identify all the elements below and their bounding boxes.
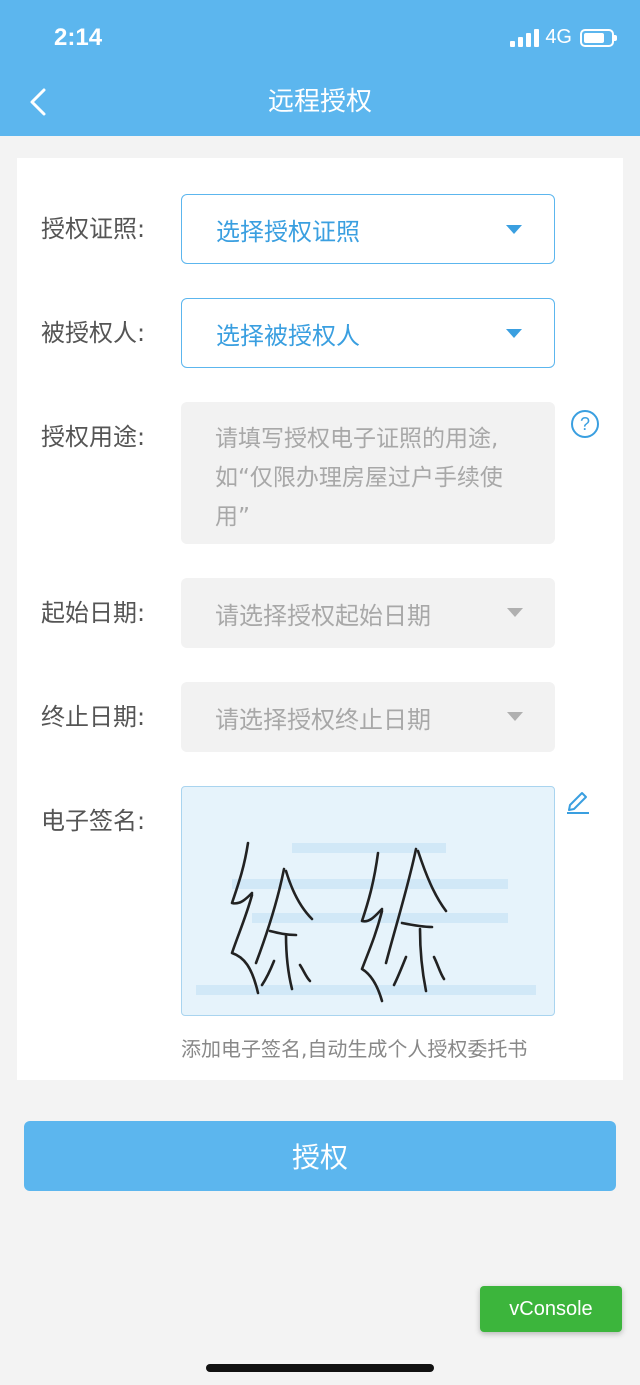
start-date-label: 起始日期: — [41, 599, 146, 627]
signature-label: 电子签名: — [41, 807, 146, 835]
vconsole-button[interactable]: vConsole — [480, 1286, 622, 1332]
network-type: 4G — [545, 26, 572, 48]
end-date-placeholder: 请选择授权终止日期 — [215, 705, 431, 734]
status-time: 2:14 — [54, 24, 103, 51]
start-date-placeholder: 请选择授权起始日期 — [215, 601, 431, 630]
end-date-picker[interactable]: 请选择授权终止日期 — [181, 682, 555, 752]
app-header: 2:14 4G 远程授权 — [0, 0, 640, 136]
status-indicators: 4G — [510, 26, 617, 49]
license-label: 授权证照: — [41, 215, 146, 243]
grantee-label: 被授权人: — [41, 319, 146, 347]
authorize-button[interactable]: 授权 — [24, 1121, 616, 1191]
signature-hint: 添加电子签名,自动生成个人授权委托书 — [181, 1037, 528, 1061]
license-select[interactable]: 选择授权证照 — [181, 194, 555, 264]
signature-drawing — [196, 841, 536, 1003]
chevron-down-icon — [506, 329, 522, 338]
start-date-picker[interactable]: 请选择授权起始日期 — [181, 578, 555, 648]
grantee-select[interactable]: 选择被授权人 — [181, 298, 555, 368]
purpose-textarea[interactable]: 请填写授权电子证照的用途,如“仅限办理房屋过户手续使用” — [181, 402, 555, 544]
home-indicator — [206, 1364, 434, 1372]
signature-pad[interactable] — [181, 786, 555, 1016]
purpose-label: 授权用途: — [41, 423, 146, 451]
chevron-down-icon — [507, 608, 523, 617]
page-title: 远程授权 — [267, 87, 372, 117]
chevron-down-icon — [507, 712, 523, 721]
signal-icon — [510, 28, 540, 47]
battery-icon — [580, 28, 617, 47]
license-select-value: 选择授权证照 — [216, 217, 360, 246]
edit-pencil-icon[interactable] — [565, 786, 591, 814]
chevron-down-icon — [506, 225, 522, 234]
end-date-label: 终止日期: — [41, 703, 146, 731]
grantee-select-value: 选择被授权人 — [216, 321, 360, 350]
authorization-form: 授权证照: 选择授权证照 被授权人: 选择被授权人 授权用途: 请填写授权电子证… — [17, 158, 623, 1080]
help-icon[interactable]: ? — [571, 410, 599, 438]
